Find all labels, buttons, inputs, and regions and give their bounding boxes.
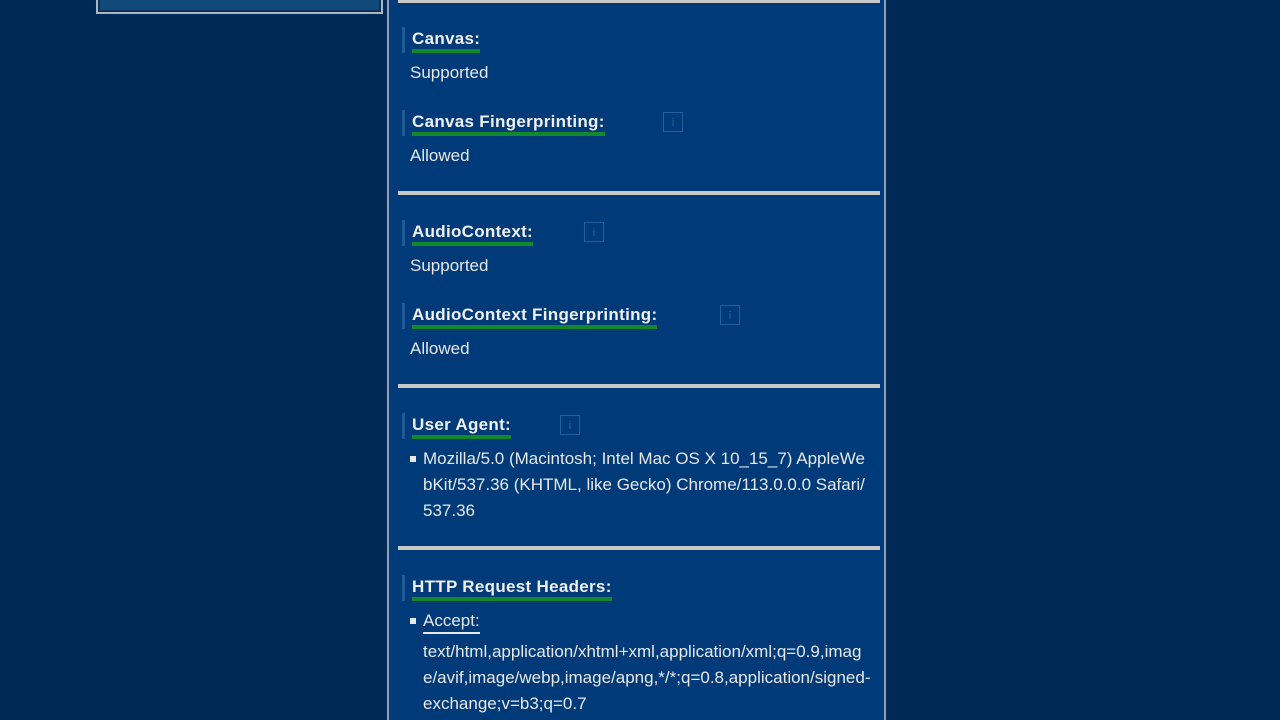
http-headers-heading: HTTP Request Headers: — [402, 575, 612, 601]
audiocontext-value: Supported — [410, 256, 489, 275]
section-divider — [398, 0, 880, 3]
section-divider — [398, 546, 880, 550]
canvas-fingerprinting-value: Allowed — [410, 146, 470, 165]
audiocontext-label: AudioContext: — [412, 222, 533, 246]
section-divider — [398, 191, 880, 195]
canvas-heading: Canvas: — [402, 27, 481, 53]
list-bullet — [410, 618, 416, 624]
info-icon[interactable]: i — [584, 222, 604, 242]
audiocontext-fingerprinting-heading: AudioContext Fingerprinting: — [402, 303, 658, 329]
user-agent-label: User Agent: — [412, 415, 512, 439]
canvas-fingerprinting-heading: Canvas Fingerprinting: — [402, 110, 605, 136]
info-icon[interactable]: i — [560, 415, 580, 435]
accept-header-value: text/html,application/xhtml+xml,applicat… — [423, 642, 871, 713]
info-icon[interactable]: i — [663, 112, 683, 132]
list-bullet — [410, 456, 416, 462]
canvas-value: Supported — [410, 63, 489, 82]
audiocontext-fingerprinting-label: AudioContext Fingerprinting: — [412, 305, 658, 329]
section-divider — [398, 384, 880, 388]
audiocontext-fingerprinting-value: Allowed — [410, 339, 470, 358]
info-icon[interactable]: i — [720, 305, 740, 325]
user-agent-heading: User Agent: — [402, 413, 512, 439]
http-headers-label: HTTP Request Headers: — [412, 577, 612, 601]
canvas-fingerprinting-label: Canvas Fingerprinting: — [412, 112, 605, 136]
details-panel: Canvas: Supported Canvas Fingerprinting:… — [387, 0, 886, 720]
sidebar-frame — [96, 0, 383, 14]
user-agent-value: Mozilla/5.0 (Macintosh; Intel Mac OS X 1… — [423, 449, 865, 520]
accept-header-label: Accept: — [423, 610, 480, 634]
canvas-label: Canvas: — [412, 29, 481, 53]
audiocontext-heading: AudioContext: — [402, 220, 533, 246]
